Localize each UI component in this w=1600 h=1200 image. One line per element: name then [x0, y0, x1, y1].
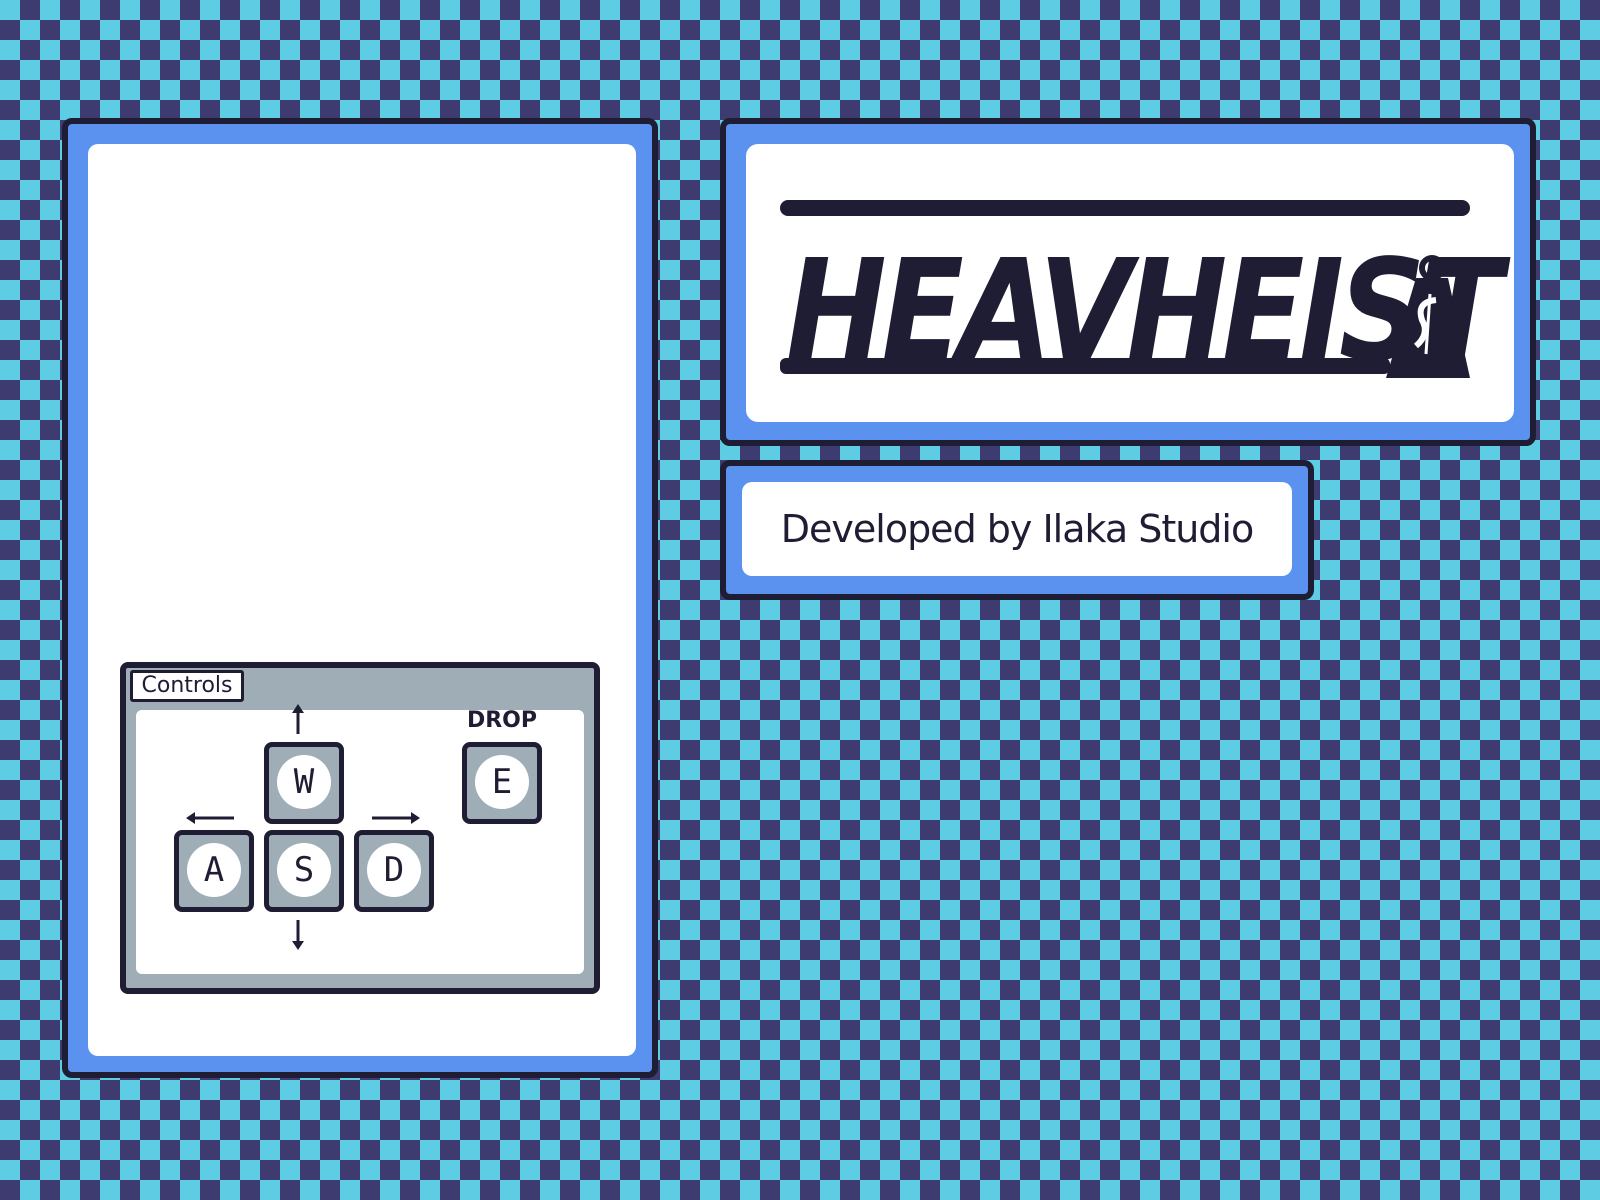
key-s[interactable]: S: [264, 830, 344, 912]
controls-tab[interactable]: Controls: [130, 670, 244, 702]
credit-panel-content: Developed by Ilaka Studio: [742, 482, 1292, 576]
key-a[interactable]: A: [174, 830, 254, 912]
drop-label: DROP: [466, 708, 538, 733]
key-a-label: A: [187, 843, 241, 897]
arrow-left-icon: [186, 812, 234, 824]
key-d-label: D: [367, 843, 421, 897]
key-d[interactable]: D: [354, 830, 434, 912]
key-w-label: W: [277, 755, 331, 809]
arrow-right-icon: [372, 812, 420, 824]
arrow-down-icon: [292, 920, 304, 950]
key-e[interactable]: E: [462, 742, 542, 824]
credit-panel: Developed by Ilaka Studio: [720, 460, 1314, 600]
arrow-up-icon: [292, 704, 304, 734]
title-panel: HEAVHEIST: [720, 118, 1536, 446]
key-e-label: E: [475, 755, 529, 809]
key-w[interactable]: W: [264, 742, 344, 824]
title-panel-content: HEAVHEIST: [746, 144, 1514, 422]
money-bag-icon: [1386, 255, 1470, 378]
key-s-label: S: [277, 843, 331, 897]
developer-credit: Developed by Ilaka Studio: [780, 507, 1255, 551]
